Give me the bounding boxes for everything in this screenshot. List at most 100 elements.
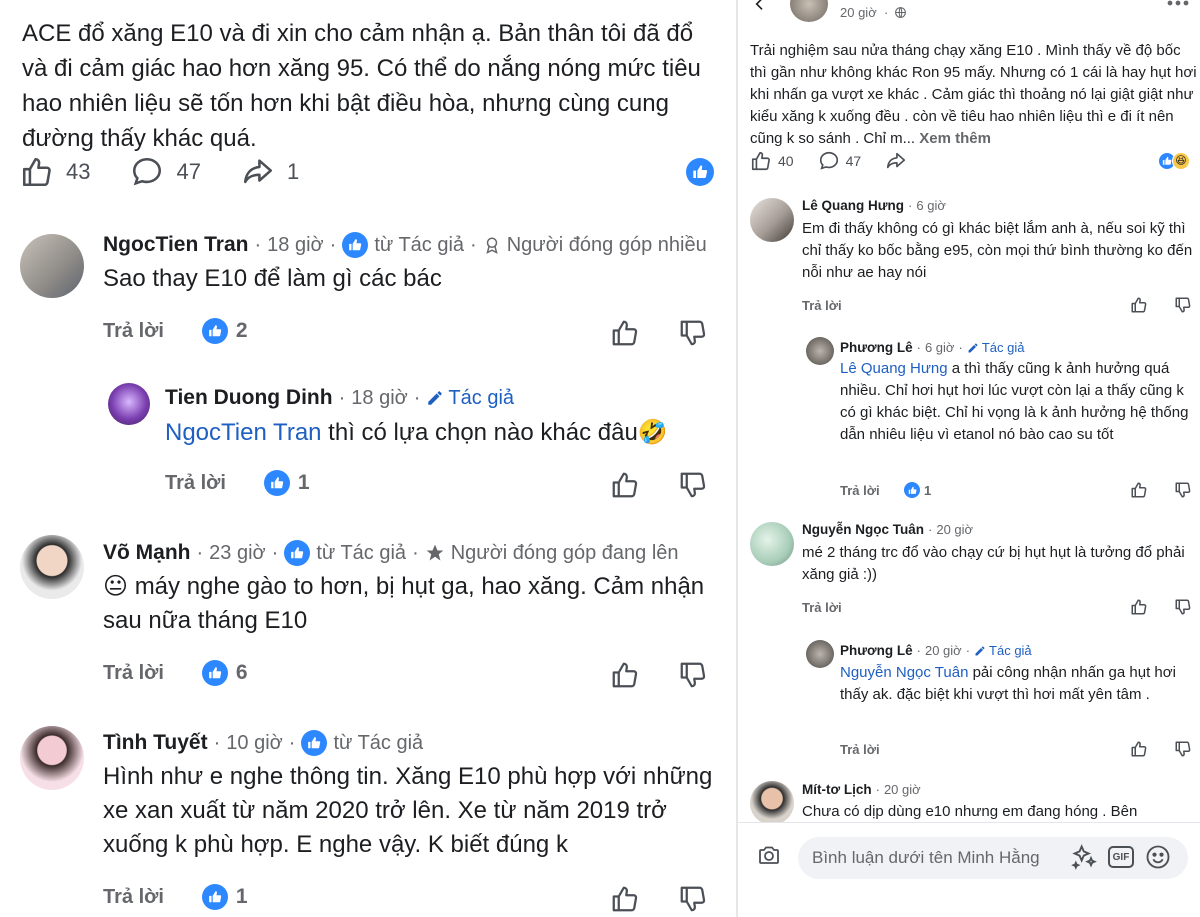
commenter-name[interactable]: Võ Mạnh [103, 541, 191, 565]
reaction-badges[interactable]: 😆 [1158, 152, 1190, 170]
vote-controls [572, 318, 708, 348]
post-like-button[interactable]: 43 [20, 155, 90, 189]
back-chevron-icon[interactable] [752, 0, 768, 14]
comment-like-count: 1 [924, 482, 932, 498]
upvote-icon[interactable] [610, 470, 640, 500]
reply-button[interactable]: Trả lời [103, 886, 164, 909]
comment-like-count: 1 [235, 885, 248, 908]
upvote-icon[interactable] [1130, 598, 1148, 616]
mention-link[interactable]: NgocTien Tran [165, 419, 322, 446]
upvote-icon[interactable] [610, 884, 640, 914]
upvote-icon[interactable] [610, 660, 640, 690]
post-share-count: 1 [286, 159, 300, 184]
downvote-icon[interactable] [678, 318, 708, 348]
avatar[interactable] [806, 337, 834, 365]
reply-button[interactable]: Trả lời [802, 600, 842, 615]
commenter-name[interactable]: Phương Lê [840, 643, 913, 658]
comment-header: Phương Lê · 20 giờ · Tác giả [840, 643, 1032, 658]
comment-body: thì có lựa chọn nào khác đâu🤣 [321, 419, 668, 446]
avatar[interactable] [108, 383, 150, 425]
camera-icon[interactable] [756, 843, 782, 867]
sparkle-effects-icon[interactable] [1070, 843, 1098, 871]
commenter-name[interactable]: Phương Lê [840, 340, 913, 355]
reply-button[interactable]: Trả lời [103, 662, 164, 685]
like-badge-icon [201, 884, 228, 910]
post-share-button[interactable]: 1 [241, 155, 299, 189]
comment-header: Tình Tuyết · 10 giờ · từ Tác giả [103, 730, 424, 756]
avatar[interactable] [750, 198, 794, 242]
avatar[interactable] [20, 535, 84, 599]
avatar[interactable] [750, 522, 794, 566]
see-more-link[interactable]: Xem thêm [919, 130, 991, 147]
reply-button[interactable]: Trả lời [840, 742, 880, 757]
post-text: ACE đổ xăng E10 và đi xin cho cảm nhận ạ… [22, 20, 701, 152]
downvote-icon[interactable] [678, 660, 708, 690]
thumbs-up-icon [693, 165, 708, 178]
downvote-icon[interactable] [678, 884, 708, 914]
downvote-icon[interactable] [1174, 598, 1192, 616]
more-options-icon[interactable] [1166, 0, 1190, 8]
comment-time: 10 giờ [226, 731, 283, 754]
mention-link[interactable]: Nguyễn Ngọc Tuân [840, 664, 968, 681]
avatar[interactable] [790, 0, 828, 22]
vote-controls [1104, 598, 1192, 616]
comment-input-placeholder: Bình luận dưới tên Minh Hằng [812, 848, 1040, 867]
liked-by-author-label: từ Tác giả [316, 541, 407, 564]
reply-button[interactable]: Trả lời [165, 472, 226, 495]
commenter-name[interactable]: Mít-tơ Lịch [802, 782, 872, 797]
upvote-icon[interactable] [1130, 296, 1148, 314]
upvote-icon[interactable] [1130, 740, 1148, 758]
post-share-button[interactable] [885, 150, 913, 172]
gif-icon[interactable]: GIF [1108, 846, 1134, 868]
emoji-smile-icon[interactable] [1144, 843, 1172, 871]
post-comment-button[interactable]: 47 [818, 150, 862, 172]
post-header: 20 giờ · [738, 0, 1200, 24]
comment-header: Võ Mạnh · 23 giờ · từ Tác giả · Người đón… [103, 540, 679, 566]
post-comment-button[interactable]: 47 [130, 155, 201, 189]
author-badge: Tác giả [989, 643, 1032, 658]
reply-button[interactable]: Trả lời [103, 320, 164, 343]
pencil-icon [975, 646, 985, 655]
downvote-icon[interactable] [1174, 296, 1192, 314]
upvote-icon[interactable] [1130, 481, 1148, 499]
downvote-icon[interactable] [1174, 740, 1192, 758]
downvote-icon[interactable] [1174, 481, 1192, 499]
commenter-name[interactable]: Lê Quang Hưng [802, 198, 904, 213]
comment-time: 20 giờ [924, 643, 962, 658]
comment-text: 😐 máy nghe gào to hơn, bị hụt ga, hao xă… [103, 573, 705, 634]
comment-input[interactable]: Bình luận dưới tên Minh Hằng GIF [798, 837, 1188, 879]
comment-like-count-group: 1 [904, 482, 931, 498]
reply-button[interactable]: Trả lời [802, 298, 842, 313]
comment-header: Phương Lê · 6 giờ · Tác giả [840, 340, 1025, 355]
avatar[interactable] [750, 781, 794, 825]
comment-text: Lê Quang Hưng a thì thấy cũng k ảnh hưởn… [840, 358, 1192, 446]
comment-like-count: 6 [235, 661, 248, 684]
vote-controls [572, 470, 708, 500]
avatar[interactable] [806, 640, 834, 668]
comment-time: 18 giờ [351, 386, 408, 409]
post-comment-count: 47 [845, 153, 862, 169]
downvote-icon[interactable] [678, 470, 708, 500]
comment-time: 6 giờ [916, 198, 946, 213]
comment-like-count: 2 [235, 319, 248, 342]
star-icon [426, 544, 444, 561]
thumbs-up-icon [751, 151, 770, 171]
like-badge-icon [904, 482, 920, 498]
mention-link[interactable]: Lê Quang Hưng [840, 360, 948, 377]
commenter-name[interactable]: Tien Duong Dinh [165, 386, 333, 410]
share-arrow-icon [887, 152, 906, 169]
reply-button[interactable]: Trả lời [840, 483, 880, 498]
comment-header: NgocTien Tran · 18 giờ · từ Tác giả · Ngư… [103, 232, 707, 258]
commenter-name[interactable]: Nguyễn Ngọc Tuân [802, 522, 924, 537]
upvote-icon[interactable] [610, 318, 640, 348]
author-badge: Tác giả [981, 340, 1025, 355]
post-like-button[interactable]: 40 [750, 150, 794, 172]
like-reaction-badge[interactable] [686, 158, 714, 186]
commenter-name[interactable]: NgocTien Tran [103, 233, 248, 257]
avatar[interactable] [20, 234, 84, 298]
vote-controls [1104, 481, 1192, 499]
commenter-name[interactable]: Tình Tuyết [103, 731, 208, 755]
vote-controls [1104, 740, 1192, 758]
avatar[interactable] [20, 726, 84, 790]
like-badge-icon [301, 730, 328, 756]
